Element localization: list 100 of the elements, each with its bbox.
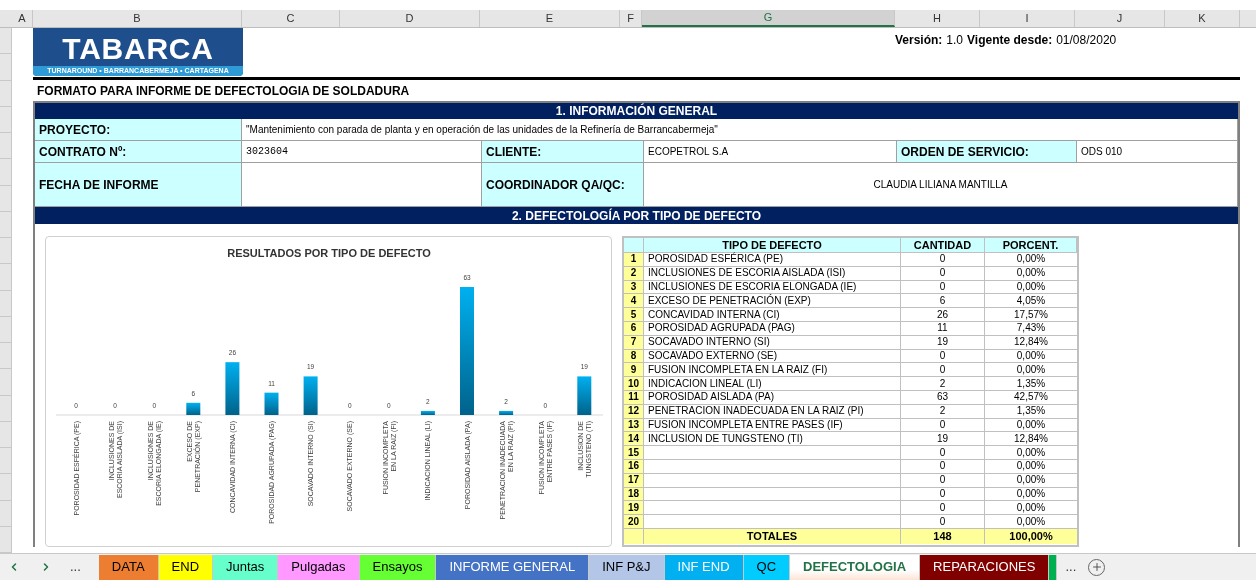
table-cell: 12,84% [985,335,1077,350]
section-header: 2. DEFECTOLOGÍA POR TIPO DE DEFECTO [35,207,1238,224]
more-sheets-button[interactable]: ... [70,557,81,577]
sheet-tab[interactable] [1049,554,1058,580]
sheet-tab[interactable]: REPARACIONES [920,554,1050,580]
field-label: COORDINADOR QA/QC: [482,163,644,207]
column-heading: TIPO DE DEFECTO [644,238,901,253]
table-cell: 0,00% [985,501,1077,516]
sheet-tab[interactable]: Juntas [213,554,279,580]
version-label: Versión: [895,32,943,47]
sheet-tab[interactable]: Pulgadas [278,554,360,580]
total-percent: 100,00% [1008,528,1054,544]
table-cell: 0 [901,363,985,378]
column-header[interactable]: I [980,10,1075,27]
column-header[interactable]: A [12,10,33,27]
chart-bar [303,376,318,415]
table-cell: 0,00% [985,253,1077,267]
sheet-tab[interactable]: QC [743,554,791,580]
field-value: CLAUDIA LILIANA MANTILLA [644,163,1238,207]
table-cell: FUSION INCOMPLETA EN LA RAIZ (FI) [644,363,901,378]
logo-wordmark: TABARCA [62,32,214,66]
field-value: ODS 010 [1077,141,1238,163]
row-number: 15 [624,446,644,460]
column-heading: CANTIDAD [901,238,985,253]
table-cell: INCLUSIONES DE ESCORIA ELONGADA (IE) [644,280,901,295]
table-cell: SOCAVADO INTERNO (SI) [644,335,901,350]
table-cell: 0 [901,459,985,474]
column-header[interactable]: G [642,10,895,27]
table-cell: SOCAVADO EXTERNO (SE) [644,349,901,364]
chart-title: RESULTADOS POR TIPO DE DEFECTO [227,247,431,259]
table-cell: 0,00% [985,446,1077,460]
row-number: 4 [624,294,644,309]
column-header[interactable]: C [242,10,340,27]
chart-bar [186,402,201,415]
table-cell: 0,00% [985,280,1077,295]
table-cell: 0 [901,473,985,488]
table-cell: PENETRACION INADECUADA EN LA RAIZ (PI) [644,404,901,419]
totals-label: TOTALES [644,528,901,544]
chart-bar [420,410,435,415]
chart-bar [499,410,514,415]
table-cell: 0,00% [985,349,1077,364]
table-cell: 12,84% [985,432,1077,447]
table-cell: 7,43% [985,322,1077,336]
field-value: "Mantenimiento con parada de planta y en operación de las unidades de la Refinería de Barrancabermeja" [242,119,1238,141]
valid-from-date: 01/08/2020 [1056,32,1117,47]
table-cell: 2 [901,377,985,391]
sheet-tab[interactable]: DATA [98,554,159,580]
table-cell: 0,00% [985,266,1077,281]
sheet-tab[interactable]: DEFECTOLOGIA [790,554,921,580]
table-cell: 0,00% [985,363,1077,378]
sheet-tab[interactable]: Ensayos [359,554,437,580]
table-cell: 0 [901,487,985,502]
table-cell: 19 [901,432,985,447]
row-number: 5 [624,308,644,322]
field-value: ECOPETROL S.A [644,141,897,163]
column-header[interactable]: E [480,10,620,27]
field-label: FECHA DE INFORME [35,163,242,207]
table-cell: 0 [901,253,985,267]
table-cell: INCLUSIONES DE ESCORIA AISLADA (ISI) [644,266,901,281]
table-cell: 19 [901,335,985,350]
table-cell: 42,57% [985,390,1077,405]
table-cell: CONCAVIDAD INTERNA (CI) [644,308,901,322]
table-cell: 17,57% [985,308,1077,322]
chart-bar [577,376,592,415]
row-number: 19 [624,501,644,516]
sheet-tab[interactable]: END [158,554,214,580]
chart-bar [225,362,240,415]
table-cell: 2 [901,404,985,419]
column-header[interactable]: B [33,10,242,27]
table-cell: INDICACION LINEAL (LI) [644,377,901,391]
row-number: 1 [624,253,644,267]
table-cell: 0 [901,446,985,460]
sheet-tab[interactable]: INF P&J [589,554,665,580]
table-cell: 6 [901,294,985,309]
table-cell: 0 [901,515,985,529]
table-cell: 11 [901,322,985,336]
version-value: 1.0 [946,32,964,47]
table-cell: POROSIDAD AGRUPADA (PAG) [644,322,901,336]
total-quantity: 148 [901,528,985,544]
column-header[interactable]: K [1165,10,1240,27]
table-cell: 0,00% [985,459,1077,474]
table-cell: 0,00% [985,418,1077,433]
column-header[interactable]: J [1075,10,1165,27]
table-cell: 0 [901,349,985,364]
field-label: CLIENTE: [482,141,644,163]
section-header: 1. INFORMACIÓN GENERAL [35,103,1238,119]
form-title: FORMATO PARA INFORME DE DEFECTOLOGIA DE SOLDADURA [36,82,411,100]
valid-from-label: Vigente desde: [967,32,1053,47]
table-cell: 63 [901,390,985,405]
field-label: ORDEN DE SERVICIO: [897,141,1077,163]
sheet-tab[interactable]: INFORME GENERAL [436,554,590,580]
table-cell: EXCESO DE PENETRACIÓN (EXP) [644,294,901,309]
column-header[interactable]: D [340,10,480,27]
row-number: 14 [624,432,644,447]
column-heading: PORCENT. [985,238,1077,253]
table-cell: POROSIDAD AISLADA (PA) [644,390,901,405]
column-header[interactable]: H [895,10,980,27]
table-cell: 4,05% [985,294,1077,309]
field-value: 3023604 [242,141,482,163]
more-sheets-button[interactable]: ... [1065,557,1077,577]
